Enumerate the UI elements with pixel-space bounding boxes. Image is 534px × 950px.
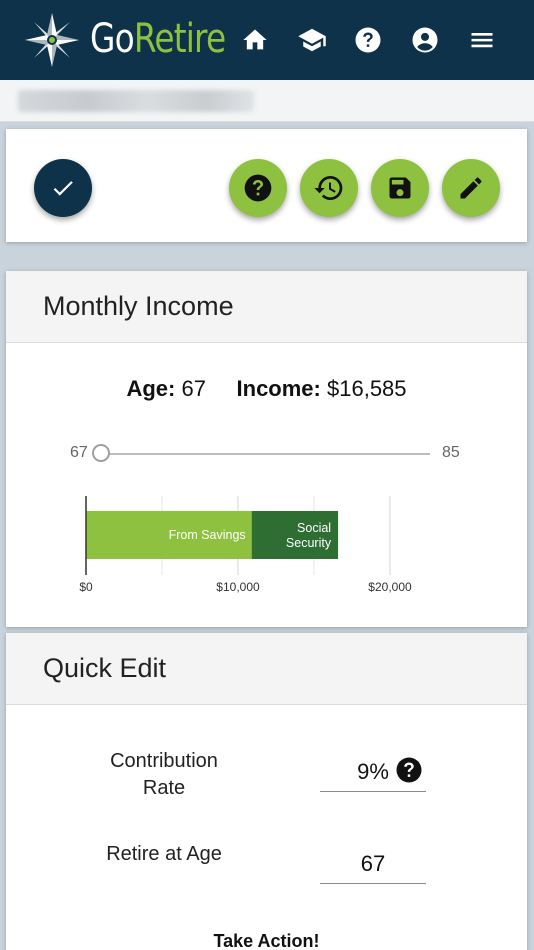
graduation-cap-icon[interactable]	[297, 25, 327, 55]
brand-go: Go	[90, 16, 135, 62]
compass-logo-icon[interactable]	[24, 12, 80, 68]
save-icon	[389, 177, 411, 199]
home-icon[interactable]	[240, 25, 270, 55]
x-tick-label: $10,000	[216, 580, 260, 594]
quick-edit-header: Quick Edit	[6, 633, 527, 705]
x-tick-label: $20,000	[368, 580, 412, 594]
address-strip	[0, 80, 534, 122]
contribution-rate-label: Contribution Rate	[110, 750, 218, 799]
menu-icon[interactable]	[467, 25, 497, 55]
help-icon	[244, 174, 272, 202]
quick-edit-card: Quick Edit Contribution Rate 9% Retire a…	[6, 633, 527, 950]
card-title: Quick Edit	[43, 653, 167, 683]
help-button[interactable]	[229, 159, 287, 217]
save-button[interactable]	[371, 159, 429, 217]
history-button[interactable]	[300, 159, 358, 217]
income-bar-chart: From Savings SocialSecurity $0 $10,000 $20,0…	[79, 496, 412, 594]
card-title: Monthly Income	[43, 291, 234, 321]
check-icon	[53, 181, 73, 196]
edit-icon	[460, 177, 482, 199]
account-circle-icon[interactable]	[410, 25, 440, 55]
bar-segment	[251, 511, 339, 559]
help-icon[interactable]	[394, 755, 424, 790]
toolbar-card	[6, 129, 527, 242]
brand-retire: Retire	[133, 16, 226, 62]
edit-button[interactable]	[442, 159, 500, 217]
x-tick-label: $0	[79, 580, 93, 594]
brand-name[interactable]: GoRetire	[90, 13, 226, 65]
take-action-heading: Take Action!	[213, 931, 320, 950]
help-icon[interactable]	[353, 25, 383, 55]
bar-label: Social	[297, 521, 331, 535]
bar-label: From Savings	[169, 528, 246, 542]
redacted-text	[18, 90, 254, 112]
bar-label: Security	[286, 536, 332, 550]
retire-age-input[interactable]: 67	[320, 851, 426, 884]
history-icon	[314, 176, 343, 200]
retire-age-label: Retire at Age	[106, 843, 222, 865]
monthly-income-header: Monthly Income	[6, 271, 527, 343]
quick-edit-body: Contribution Rate 9% Retire at Age 67 Ta…	[6, 705, 527, 950]
app-header: GoRetire	[0, 0, 534, 80]
monthly-income-card: Monthly Income Age: 67 Income: $16,585 6…	[6, 271, 527, 627]
monthly-income-body: Age: 67 Income: $16,585 67 85 From Savin…	[6, 343, 527, 626]
confirm-button[interactable]	[34, 159, 92, 217]
